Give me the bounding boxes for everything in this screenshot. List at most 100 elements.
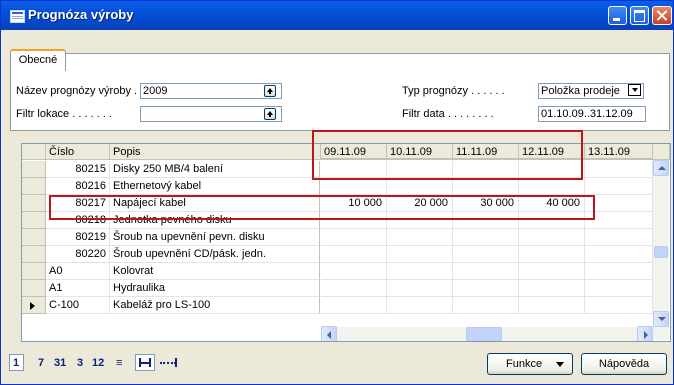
row-selector[interactable] — [22, 229, 46, 246]
row-selector[interactable] — [22, 297, 46, 314]
forecast-name-label: Název prognózy výroby . — [16, 85, 138, 97]
cell-quantity[interactable] — [387, 178, 453, 195]
cell-quantity[interactable] — [585, 229, 653, 246]
cell-desc[interactable]: Šroub na upevnění pevn. disku — [110, 229, 320, 246]
highlight-row — [49, 195, 595, 220]
table-row[interactable]: A0 Kolovrat — [22, 263, 670, 280]
cell-no[interactable]: 80220 — [46, 246, 110, 263]
cell-quantity[interactable] — [585, 195, 653, 212]
period-3[interactable]: 3 — [77, 357, 83, 369]
row-selector[interactable] — [22, 178, 46, 195]
cell-quantity[interactable] — [585, 297, 653, 314]
cell-no[interactable]: 80219 — [46, 229, 110, 246]
lookup-icon[interactable] — [264, 108, 276, 120]
location-filter-field[interactable] — [140, 106, 282, 122]
cell-quantity[interactable] — [519, 178, 585, 195]
period-12[interactable]: 12 — [92, 357, 104, 369]
cell-quantity[interactable] — [453, 280, 519, 297]
chevron-down-icon[interactable] — [628, 84, 641, 96]
cell-desc[interactable]: Kabeláž pro LS-100 — [110, 297, 320, 314]
cell-quantity[interactable] — [519, 280, 585, 297]
close-button[interactable] — [652, 6, 672, 25]
column-header-no[interactable]: Číslo — [46, 144, 110, 160]
scroll-thumb[interactable] — [466, 327, 502, 341]
scroll-down-icon[interactable] — [653, 311, 669, 327]
cell-desc[interactable]: Disky 250 MB/4 balení — [110, 161, 320, 178]
row-selector[interactable] — [22, 246, 46, 263]
cell-quantity[interactable] — [519, 263, 585, 280]
header-filler — [653, 144, 670, 160]
cell-quantity[interactable] — [321, 229, 387, 246]
cell-quantity[interactable] — [453, 263, 519, 280]
scroll-up-icon[interactable] — [653, 160, 669, 176]
cell-quantity[interactable] — [387, 246, 453, 263]
table-row[interactable]: 80220 Šroub upevnění CD/pásk. jedn. — [22, 246, 670, 263]
cell-quantity[interactable] — [321, 280, 387, 297]
cell-quantity[interactable] — [387, 229, 453, 246]
cell-desc[interactable]: Šroub upevnění CD/pásk. jedn. — [110, 246, 320, 263]
cell-quantity[interactable] — [585, 263, 653, 280]
location-filter-label: Filtr lokace . . . . . . . — [16, 108, 112, 120]
forecast-name-field[interactable]: 2009 — [140, 83, 282, 99]
period-31[interactable]: 31 — [54, 357, 66, 369]
column-header-desc[interactable]: Popis — [110, 144, 321, 160]
row-selector[interactable] — [22, 195, 46, 212]
vertical-scrollbar[interactable] — [653, 160, 669, 340]
cell-no[interactable]: 80215 — [46, 161, 110, 178]
scroll-thumb[interactable] — [654, 246, 668, 258]
cell-quantity[interactable] — [453, 229, 519, 246]
cell-quantity[interactable] — [387, 263, 453, 280]
forecast-type-label: Typ prognózy . . . . . . — [402, 85, 505, 97]
cell-quantity[interactable] — [519, 246, 585, 263]
title-bar[interactable]: Prognóza výroby — [1, 1, 673, 30]
column-header-date[interactable]: 13.11.09 — [585, 144, 653, 160]
scroll-right-icon[interactable] — [637, 326, 653, 341]
cell-quantity[interactable] — [321, 246, 387, 263]
minimize-button[interactable] — [608, 6, 627, 25]
cell-no[interactable]: 80216 — [46, 178, 110, 195]
cell-quantity[interactable] — [585, 280, 653, 297]
period-accounting[interactable]: ≡ — [116, 357, 122, 369]
cell-quantity[interactable] — [453, 297, 519, 314]
cell-quantity[interactable] — [387, 280, 453, 297]
cell-desc[interactable]: Ethernetový kabel — [110, 178, 320, 195]
cell-quantity[interactable] — [585, 161, 653, 178]
functions-button[interactable]: Funkce — [487, 353, 573, 375]
cell-quantity[interactable] — [321, 178, 387, 195]
cell-no[interactable]: A1 — [46, 280, 110, 297]
table-row[interactable]: C-100 Kabeláž pro LS-100 — [22, 297, 670, 314]
row-selector[interactable] — [22, 263, 46, 280]
view-balance-icon[interactable] — [160, 357, 178, 369]
row-selector[interactable] — [22, 212, 46, 229]
cell-quantity[interactable] — [453, 246, 519, 263]
date-filter-field[interactable]: 01.10.09..31.12.09 — [538, 106, 646, 122]
horizontal-scrollbar[interactable] — [321, 326, 653, 341]
cell-quantity[interactable] — [321, 297, 387, 314]
cell-quantity[interactable] — [519, 297, 585, 314]
row-selector[interactable] — [22, 161, 46, 178]
view-net-change-icon[interactable] — [135, 354, 155, 371]
cell-quantity[interactable] — [387, 297, 453, 314]
period-7[interactable]: 7 — [38, 357, 44, 369]
period-1[interactable]: 1 — [9, 354, 24, 371]
cell-quantity[interactable] — [585, 246, 653, 263]
cell-desc[interactable]: Kolovrat — [110, 263, 320, 280]
cell-no[interactable]: C-100 — [46, 297, 110, 314]
cell-quantity[interactable] — [519, 229, 585, 246]
scroll-left-icon[interactable] — [321, 326, 337, 341]
help-button[interactable]: Nápověda — [581, 353, 667, 375]
cell-quantity[interactable] — [321, 263, 387, 280]
cell-no[interactable]: A0 — [46, 263, 110, 280]
cell-quantity[interactable] — [585, 212, 653, 229]
cell-desc[interactable]: Hydraulika — [110, 280, 320, 297]
table-row[interactable]: A1 Hydraulika — [22, 280, 670, 297]
lookup-icon[interactable] — [264, 85, 276, 97]
row-selector[interactable] — [22, 280, 46, 297]
cell-quantity[interactable] — [453, 178, 519, 195]
tab-general[interactable]: Obecné — [10, 49, 66, 71]
table-row[interactable]: 80216 Ethernetový kabel — [22, 178, 670, 195]
table-row[interactable]: 80219 Šroub na upevnění pevn. disku — [22, 229, 670, 246]
maximize-button[interactable] — [630, 6, 649, 25]
date-filter-label: Filtr data . . . . . . . . — [402, 108, 494, 120]
cell-quantity[interactable] — [585, 178, 653, 195]
